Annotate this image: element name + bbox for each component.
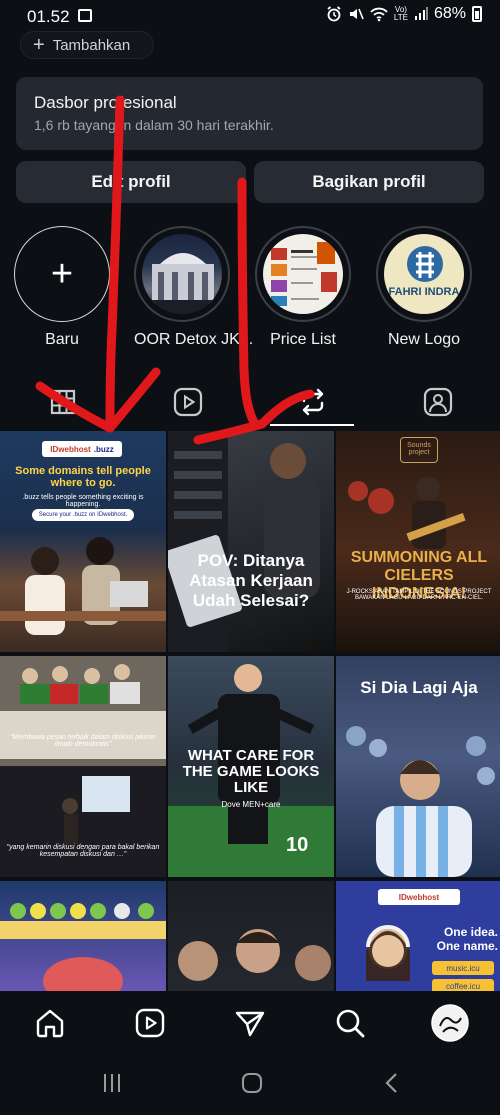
recent-apps-icon [104,1074,120,1092]
grid-icon [50,389,75,415]
price-list-thumbnail [271,242,337,306]
professional-dashboard-card[interactable]: Dasbor profesional 1,6 rb tayangan dalam… [16,77,483,150]
gallery-notification-icon [78,9,92,22]
players-illustration [178,929,331,981]
highlight-oor-detox[interactable]: OOR Detox JK... [134,226,254,349]
mute-icon [349,8,364,20]
status-bar: 01.52 Vo) LTE 68% [0,0,500,34]
logo-thumbnail [407,246,443,282]
highlight-label: OOR Detox JK... [134,331,254,348]
plus-icon: + [33,34,45,56]
back-button[interactable] [380,1071,404,1095]
clock: 01.52 [27,7,70,26]
dashboard-title: Dasbor profesional [34,93,177,112]
highlight-cover[interactable] [255,226,351,322]
highlight-label: New Logo [387,331,461,348]
share-profile-button[interactable]: Bagikan profil [254,161,484,203]
post-subtext: J-ROCKS AKAN TAMPIL DI THE SOUNDS PROJEC… [346,589,492,601]
alarm-icon [327,6,341,22]
highlight-cover[interactable] [134,226,230,322]
send-icon [235,1011,265,1037]
recent-apps-button[interactable] [100,1071,124,1095]
woman-illustration [366,925,410,981]
post-caption: POV: Ditanya Atasan Kerjaan Udah Selesai… [189,551,313,610]
domain-pill: coffee.icu [432,979,494,991]
post-tile[interactable]: Si Dia Lagi Aja [336,656,500,877]
messages-button[interactable] [230,1003,270,1043]
battery-icon [472,6,482,22]
post-headline: One idea. One name. [436,925,498,953]
reels-icon [135,1008,165,1038]
highlight-label: Baru [45,331,79,348]
building-illustration [142,253,222,314]
back-icon [385,1073,397,1093]
post-tile[interactable] [168,881,334,991]
add-button[interactable]: + Tambahkan [20,31,154,59]
post-quote: "yang kemarin diskusi dengan para bakal … [6,844,160,858]
status-icons: Vo) LTE 68% [326,5,482,23]
reels-icon [173,387,202,417]
post-tile[interactable]: IDwebhost One idea. One name. music.icu … [336,881,500,991]
profile-tabs [0,377,500,429]
post-tile[interactable]: Sounds project SUMMONING ALL CIELERS IND… [336,431,500,652]
highlight-new[interactable]: + Baru [14,226,110,349]
people-illustration [0,537,166,635]
tagged-icon [423,387,452,417]
tab-posts[interactable] [0,377,125,427]
dashboard-subtitle: 1,6 rb tayangan dalam 30 hari terakhir. [34,117,274,133]
system-nav-bar [0,1053,500,1115]
highlight-new-logo[interactable]: FAHRI INDRA New Logo [376,226,472,349]
post-tile[interactable]: POV: Ditanya Atasan Kerjaan Udah Selesai… [168,431,334,652]
search-icon [336,1009,365,1038]
bottom-nav [0,991,500,1053]
tab-tagged[interactable] [375,377,500,427]
post-caption: WHAT CARE FOR THE GAME LOOKS LIKE [182,747,320,796]
wifi-icon [370,7,388,22]
repost-icon [302,388,323,416]
post-caption: Si Dia Lagi Aja [360,678,478,697]
home-circle-icon [242,1073,262,1093]
brand-text: Dove MEN+care [221,800,281,809]
avatar [431,1004,469,1042]
post-quote: "Membawa pesan terbaik dalam diskusi pik… [10,734,156,748]
brand-badge: IDwebhost [378,889,460,905]
profile-button[interactable] [430,1003,470,1043]
plus-icon: + [50,253,74,295]
highlight-cover[interactable]: FAHRI INDRA [376,226,472,322]
posts-grid: IDwebhost .buzz Some domains tell people … [0,431,500,991]
highlight-price-list[interactable]: Price List [255,226,351,349]
jersey-number: 10 [286,834,309,856]
logo-text: FAHRI INDRA [388,286,460,298]
highlight-new-circle[interactable]: + [14,226,110,322]
tab-reposts[interactable] [250,377,375,427]
battery-percent: 68% [433,5,466,22]
concert-illustration [348,477,466,549]
server-room-illustration [168,431,320,652]
highlight-label: Price List [270,331,336,348]
home-button[interactable] [30,1003,70,1043]
reels-nav-button[interactable] [130,1003,170,1043]
edit-profile-button[interactable]: Edit profil [16,161,246,203]
volte-indicator: Vo) LTE [393,5,408,22]
home-system-button[interactable] [240,1071,264,1095]
post-tile[interactable] [0,881,166,991]
home-icon [36,1009,64,1038]
post-tile[interactable]: "Membawa pesan terbaik dalam diskusi pik… [0,656,166,877]
search-button[interactable] [330,1003,370,1043]
toys-illustration [0,903,166,991]
post-tile[interactable]: IDwebhost .buzz Some domains tell people … [0,431,166,652]
signal-icon [414,7,428,20]
active-tab-indicator [270,424,354,426]
post-tile[interactable]: WHAT CARE FOR THE GAME LOOKS LIKE Dove M… [168,656,334,877]
tab-reels[interactable] [125,377,250,427]
domain-pill: music.icu [432,961,494,975]
add-button-label: Tambahkan [52,36,131,54]
